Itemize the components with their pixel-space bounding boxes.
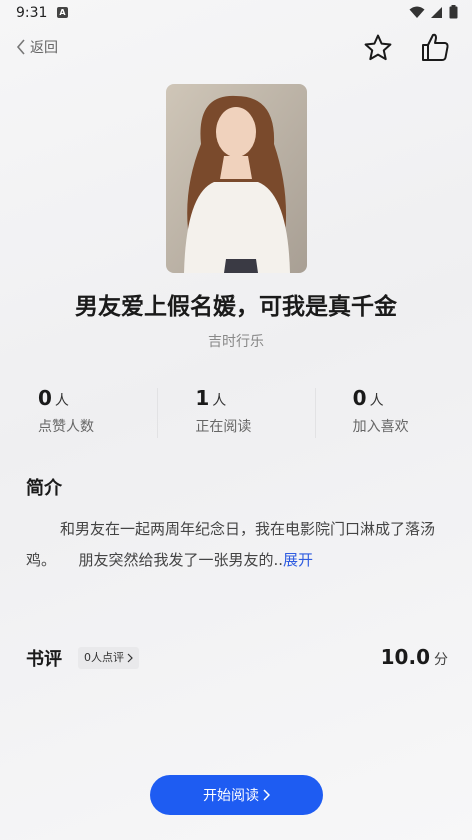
stat-value: 0	[352, 386, 367, 410]
stat-unit: 人	[54, 393, 69, 409]
stat-label: 正在阅读	[195, 419, 252, 435]
stat-unit: 人	[369, 393, 384, 409]
battery-icon	[449, 5, 458, 19]
intro-text: 和男友在一起两周年纪念日，我在电影院门口淋成了落汤鸡。 朋友突然给我发了一张男友…	[26, 520, 436, 569]
notification-icon: A	[57, 7, 68, 18]
start-reading-label: 开始阅读	[203, 788, 259, 804]
stat-label: 加入喜欢	[352, 419, 409, 435]
stat-label: 点赞人数	[38, 419, 94, 435]
stat-value: 0	[38, 386, 52, 410]
intro-text-block: 和男友在一起两周年纪念日，我在电影院门口淋成了落汤鸡。 朋友突然给我发了一张男友…	[26, 514, 436, 576]
thumbs-up-icon[interactable]	[420, 31, 450, 63]
stat-favorites: 0人 加入喜欢	[314, 386, 472, 442]
status-time: 9:31	[16, 5, 48, 21]
review-count-chip[interactable]: 0人点评	[78, 647, 139, 669]
stat-value: 1	[195, 386, 210, 410]
expand-link[interactable]: 展开	[283, 551, 313, 569]
chevron-right-icon	[127, 653, 133, 663]
review-heading: 书评	[26, 649, 62, 670]
stat-reading: 1人 正在阅读	[157, 386, 314, 442]
book-cover-image	[166, 84, 307, 273]
back-button[interactable]: 返回	[16, 37, 58, 57]
back-label: 返回	[30, 40, 58, 56]
review-row: 书评 0人点评 10.0 分	[26, 645, 448, 671]
top-nav: 返回	[0, 30, 472, 66]
status-icons	[409, 5, 458, 19]
score-unit: 分	[434, 652, 448, 668]
signal-icon	[431, 6, 442, 18]
stat-unit: 人	[212, 393, 227, 409]
book-title: 男友爱上假名媛，可我是真千金	[75, 294, 397, 320]
star-icon[interactable]	[362, 32, 394, 64]
score-value: 10.0	[380, 645, 430, 669]
status-bar: 9:31 A	[0, 0, 472, 26]
review-score: 10.0 分	[381, 645, 448, 669]
stats-row: 0人 点赞人数 1人 正在阅读 0人 加入喜欢	[0, 386, 472, 442]
stat-likes: 0人 点赞人数	[0, 386, 157, 442]
book-author[interactable]: 吉时行乐	[0, 331, 472, 351]
chevron-right-icon	[263, 789, 270, 801]
wifi-icon	[409, 6, 425, 18]
intro-heading: 简介	[26, 478, 62, 499]
review-count-label: 0人点评	[84, 651, 124, 664]
start-reading-button[interactable]: 开始阅读	[150, 775, 323, 815]
chevron-left-icon	[16, 39, 25, 55]
